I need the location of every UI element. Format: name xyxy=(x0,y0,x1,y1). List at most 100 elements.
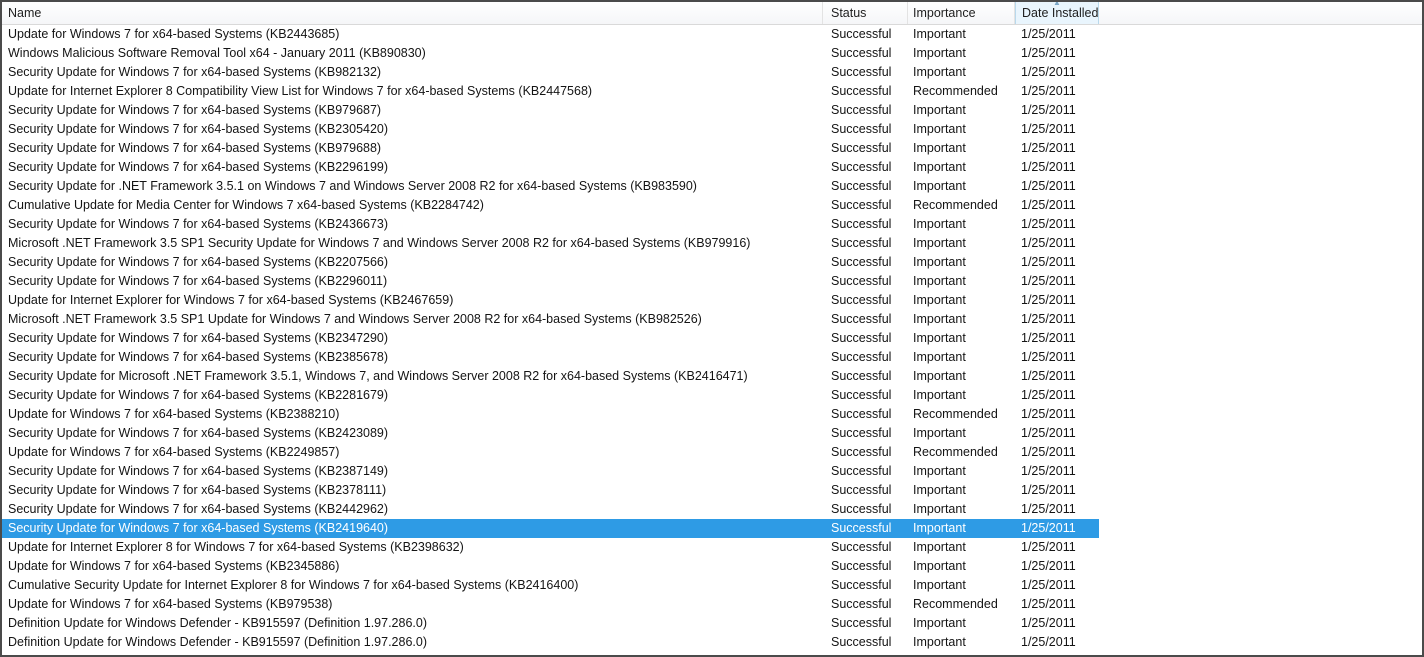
table-row[interactable]: Security Update for Windows 7 for x64-ba… xyxy=(2,481,1422,500)
table-row[interactable]: Security Update for Windows 7 for x64-ba… xyxy=(2,120,1422,139)
table-row[interactable]: Update for Windows 7 for x64-based Syste… xyxy=(2,443,1422,462)
table-row-inner: Definition Update for Windows Defender -… xyxy=(2,614,1099,633)
date-installed-cell: 1/25/2011 xyxy=(1021,84,1076,98)
table-row-inner: Windows Malicious Software Removal Tool … xyxy=(2,44,1099,63)
table-row[interactable]: Security Update for Windows 7 for x64-ba… xyxy=(2,253,1422,272)
status-cell: Successful xyxy=(831,559,892,573)
table-row[interactable]: Security Update for Microsoft .NET Frame… xyxy=(2,367,1422,386)
importance-cell: Important xyxy=(913,464,966,478)
table-row[interactable]: Update for Internet Explorer 8 for Windo… xyxy=(2,538,1422,557)
column-header-importance[interactable]: Importance xyxy=(908,2,1015,24)
table-row[interactable]: Update for Internet Explorer for Windows… xyxy=(2,291,1422,310)
date-installed-cell: 1/25/2011 xyxy=(1021,274,1076,288)
date-installed-cell: 1/25/2011 xyxy=(1021,255,1076,269)
table-row[interactable]: Update for Internet Explorer 8 Compatibi… xyxy=(2,82,1422,101)
update-history-list-view: Name Status Importance ▲ Date Installed U… xyxy=(0,0,1424,657)
table-row[interactable]: Security Update for Windows 7 for x64-ba… xyxy=(2,215,1422,234)
date-installed-cell: 1/25/2011 xyxy=(1021,635,1076,649)
update-name-cell: Update for Windows 7 for x64-based Syste… xyxy=(8,27,340,41)
update-name-cell: Security Update for Windows 7 for x64-ba… xyxy=(8,103,382,117)
table-row[interactable]: Microsoft .NET Framework 3.5 SP1 Update … xyxy=(2,310,1422,329)
table-row[interactable]: Security Update for Windows 7 for x64-ba… xyxy=(2,139,1422,158)
column-header-date-installed[interactable]: ▲ Date Installed xyxy=(1015,2,1099,24)
importance-cell: Important xyxy=(913,331,966,345)
date-installed-cell: 1/25/2011 xyxy=(1021,65,1076,79)
table-row-inner: Security Update for Windows 7 for x64-ba… xyxy=(2,386,1099,405)
importance-cell: Important xyxy=(913,217,966,231)
table-row[interactable]: Security Update for Windows 7 for x64-ba… xyxy=(2,500,1422,519)
table-row[interactable]: Windows Malicious Software Removal Tool … xyxy=(2,44,1422,63)
table-row[interactable]: Security Update for Windows 7 for x64-ba… xyxy=(2,386,1422,405)
status-cell: Successful xyxy=(831,65,892,79)
table-row[interactable]: Security Update for Windows 7 for x64-ba… xyxy=(2,424,1422,443)
date-installed-cell: 1/25/2011 xyxy=(1021,217,1076,231)
importance-cell: Important xyxy=(913,502,966,516)
sort-arrow-icon: ▲ xyxy=(1053,2,1061,7)
date-installed-cell: 1/25/2011 xyxy=(1021,122,1076,136)
update-name-cell: Security Update for .NET Framework 3.5.1… xyxy=(8,179,697,193)
table-row[interactable]: Security Update for Windows 7 for x64-ba… xyxy=(2,272,1422,291)
table-row-inner: Security Update for Windows 7 for x64-ba… xyxy=(2,253,1099,272)
importance-cell: Recommended xyxy=(913,198,998,212)
status-cell: Successful xyxy=(831,312,892,326)
status-cell: Successful xyxy=(831,597,892,611)
table-row[interactable]: Security Update for Windows 7 for x64-ba… xyxy=(2,63,1422,82)
update-name-cell: Security Update for Windows 7 for x64-ba… xyxy=(8,331,389,345)
update-name-cell: Security Update for Windows 7 for x64-ba… xyxy=(8,483,387,497)
date-installed-cell: 1/25/2011 xyxy=(1021,559,1076,573)
table-row-inner: Security Update for Windows 7 for x64-ba… xyxy=(2,158,1099,177)
status-cell: Successful xyxy=(831,502,892,516)
importance-cell: Important xyxy=(913,236,966,250)
table-row[interactable]: Cumulative Security Update for Internet … xyxy=(2,576,1422,595)
table-row-inner: Update for Windows 7 for x64-based Syste… xyxy=(2,405,1099,424)
table-row-inner: Security Update for Windows 7 for x64-ba… xyxy=(2,215,1099,234)
table-row-inner: Update for Windows 7 for x64-based Syste… xyxy=(2,595,1099,614)
table-row-inner: Update for Internet Explorer for Windows… xyxy=(2,291,1099,310)
importance-cell: Important xyxy=(913,46,966,60)
status-cell: Successful xyxy=(831,217,892,231)
column-header-status[interactable]: Status xyxy=(823,2,908,24)
table-row[interactable]: Security Update for Windows 7 for x64-ba… xyxy=(2,158,1422,177)
table-row[interactable]: Security Update for Windows 7 for x64-ba… xyxy=(2,329,1422,348)
table-row-inner: Cumulative Update for Media Center for W… xyxy=(2,196,1099,215)
table-row-inner: Security Update for Windows 7 for x64-ba… xyxy=(2,500,1099,519)
table-row[interactable]: Security Update for Windows 7 for x64-ba… xyxy=(2,101,1422,120)
table-row[interactable]: Cumulative Update for Media Center for W… xyxy=(2,196,1422,215)
table-row[interactable]: Update for Windows 7 for x64-based Syste… xyxy=(2,557,1422,576)
table-row[interactable]: Security Update for Windows 7 for x64-ba… xyxy=(2,462,1422,481)
update-name-cell: Security Update for Windows 7 for x64-ba… xyxy=(8,122,389,136)
importance-cell: Important xyxy=(913,350,966,364)
update-name-cell: Security Update for Windows 7 for x64-ba… xyxy=(8,255,389,269)
date-installed-cell: 1/25/2011 xyxy=(1021,578,1076,592)
table-row[interactable]: Microsoft .NET Framework 3.5 SP1 Securit… xyxy=(2,234,1422,253)
update-name-cell: Security Update for Windows 7 for x64-ba… xyxy=(8,521,389,535)
status-cell: Successful xyxy=(831,426,892,440)
update-name-cell: Definition Update for Windows Defender -… xyxy=(8,616,427,630)
table-row[interactable]: Update for Windows 7 for x64-based Syste… xyxy=(2,25,1422,44)
table-row[interactable]: Update for Windows 7 for x64-based Syste… xyxy=(2,595,1422,614)
date-installed-cell: 1/25/2011 xyxy=(1021,331,1076,345)
table-row[interactable]: Update for Windows 7 for x64-based Syste… xyxy=(2,405,1422,424)
table-row-selected[interactable]: Security Update for Windows 7 for x64-ba… xyxy=(2,519,1422,538)
table-row[interactable]: Definition Update for Windows Defender -… xyxy=(2,633,1422,652)
update-name-cell: Microsoft .NET Framework 3.5 SP1 Update … xyxy=(8,312,702,326)
importance-cell: Important xyxy=(913,426,966,440)
column-header-name[interactable]: Name xyxy=(2,2,823,24)
date-installed-cell: 1/25/2011 xyxy=(1021,464,1076,478)
table-row[interactable]: Definition Update for Windows Defender -… xyxy=(2,614,1422,633)
column-header-row: Name Status Importance ▲ Date Installed xyxy=(2,2,1422,25)
table-row-inner: Update for Windows 7 for x64-based Syste… xyxy=(2,557,1099,576)
status-cell: Successful xyxy=(831,84,892,98)
table-row[interactable]: Security Update for Windows 7 for x64-ba… xyxy=(2,348,1422,367)
date-installed-cell: 1/25/2011 xyxy=(1021,616,1076,630)
importance-cell: Recommended xyxy=(913,597,998,611)
date-installed-cell: 1/25/2011 xyxy=(1021,502,1076,516)
table-row-inner: Security Update for Windows 7 for x64-ba… xyxy=(2,139,1099,158)
date-installed-cell: 1/25/2011 xyxy=(1021,103,1076,117)
status-cell: Successful xyxy=(831,179,892,193)
update-name-cell: Security Update for Windows 7 for x64-ba… xyxy=(8,141,382,155)
status-cell: Successful xyxy=(831,274,892,288)
table-row[interactable]: Security Update for .NET Framework 3.5.1… xyxy=(2,177,1422,196)
update-name-cell: Update for Internet Explorer 8 Compatibi… xyxy=(8,84,593,98)
table-row-inner: Security Update for Windows 7 for x64-ba… xyxy=(2,101,1099,120)
